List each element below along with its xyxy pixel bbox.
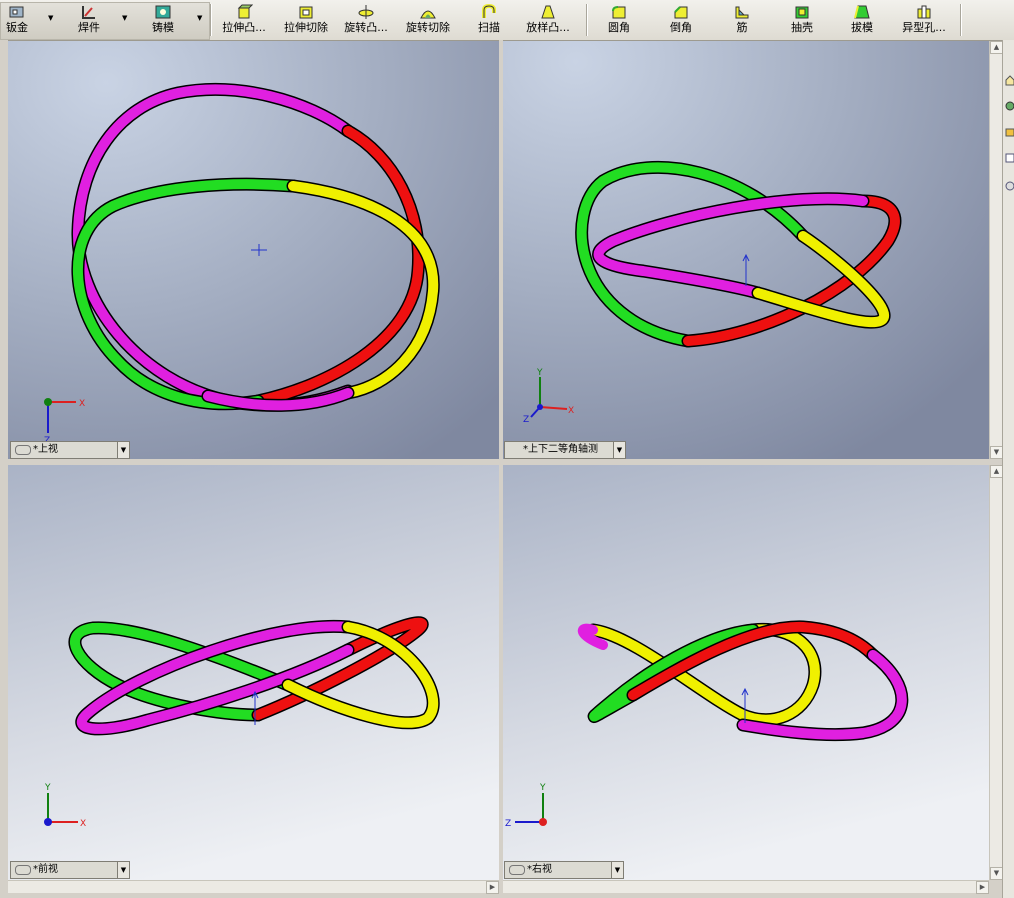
mold-icon	[155, 5, 171, 19]
chevron-down-icon[interactable]: ▼	[117, 862, 129, 878]
vertical-scrollbar[interactable]: ▲ ▼	[989, 41, 1003, 459]
toolbar-separator	[210, 4, 212, 36]
chevron-down-icon[interactable]: ▼	[117, 442, 129, 458]
chevron-down-icon[interactable]: ▼	[613, 442, 625, 458]
weldment-button[interactable]: 焊件	[74, 4, 104, 38]
loft-icon	[541, 5, 555, 19]
sheet-metal-icon	[9, 6, 24, 18]
svg-text:X: X	[80, 819, 86, 829]
chamfer-icon	[674, 6, 688, 19]
file-explorer-icon[interactable]	[1005, 126, 1014, 138]
view-orientation-selector[interactable]: *上视 ▼	[10, 441, 130, 459]
scroll-right-icon[interactable]: ▶	[486, 881, 499, 894]
draft-icon	[854, 5, 870, 19]
viewport-front[interactable]: Y X *前视 ▼	[8, 465, 499, 880]
home-icon[interactable]	[1005, 74, 1014, 86]
view-orientation-selector[interactable]: *前视 ▼	[10, 861, 130, 879]
extrude-boss-button[interactable]: 拉伸凸...	[216, 4, 272, 38]
svg-text:Z: Z	[523, 415, 529, 425]
viewport-right[interactable]: Y Z *右视 ▼	[503, 465, 989, 880]
sweep-icon	[482, 4, 496, 18]
horizontal-scrollbar[interactable]: ▶	[503, 880, 989, 894]
extrude-boss-icon	[237, 4, 253, 19]
appearances-icon[interactable]	[1005, 180, 1014, 192]
svg-text:Y: Y	[539, 783, 546, 793]
link-icon	[15, 445, 31, 455]
chevron-down-icon[interactable]: ▼	[611, 862, 623, 878]
shell-button[interactable]: 抽壳	[786, 4, 818, 38]
fillet-icon	[612, 6, 626, 19]
design-library-icon[interactable]	[1005, 100, 1014, 112]
rib-button[interactable]: 筋	[728, 4, 756, 38]
vertical-scrollbar[interactable]: ▲ ▼	[989, 465, 1003, 880]
revolve-cut-icon	[420, 10, 436, 19]
svg-text:Y: Y	[536, 368, 543, 378]
svg-text:Y: Y	[44, 783, 51, 793]
link-icon	[15, 865, 31, 875]
revolve-boss-icon	[358, 5, 374, 19]
chevron-down-icon[interactable]: ▼	[197, 15, 204, 22]
extrude-cut-icon	[299, 6, 313, 19]
graphics-area[interactable]: Y Z	[503, 465, 989, 880]
hole-wizard-button[interactable]: 异型孔...	[894, 4, 954, 38]
svg-text:Z: Z	[505, 819, 511, 829]
toolbar-separator	[586, 4, 588, 36]
link-icon	[509, 865, 525, 875]
viewport-top[interactable]: X Z *上视 ▼	[8, 41, 499, 459]
revolve-boss-button[interactable]: 旋转凸...	[338, 4, 394, 38]
left-panel-edge	[0, 40, 8, 898]
view-palette-icon[interactable]	[1005, 152, 1014, 164]
sheet-metal-button[interactable]: 钣金	[2, 4, 32, 38]
loft-button[interactable]: 放样凸...	[520, 4, 576, 38]
sweep-button[interactable]: 扫描	[474, 4, 504, 38]
horizontal-scrollbar[interactable]: ▶	[8, 880, 499, 894]
svg-text:X: X	[568, 406, 574, 416]
graphics-area[interactable]: Y X	[8, 465, 499, 880]
shell-icon	[795, 6, 809, 19]
view-orientation-selector[interactable]: *右视 ▼	[504, 861, 624, 879]
graphics-area[interactable]: Y X Z	[503, 41, 989, 459]
svg-text:X: X	[79, 399, 85, 409]
weldment-icon	[82, 6, 95, 19]
draft-button[interactable]: 拔模	[846, 4, 878, 38]
chamfer-button[interactable]: 倒角	[664, 4, 698, 38]
scroll-right-icon[interactable]: ▶	[976, 881, 989, 894]
command-manager-toolbar: 钣金 ▼ 焊件 ▼ 铸模 ▼ 拉伸凸... 拉伸切除 旋转凸... 旋转切除 扫…	[0, 0, 1014, 41]
fillet-button[interactable]: 圆角	[602, 4, 636, 38]
chevron-down-icon[interactable]: ▼	[48, 15, 55, 22]
extrude-cut-button[interactable]: 拉伸切除	[280, 4, 332, 38]
hole-wizard-icon	[917, 5, 931, 19]
toolbar-separator	[960, 4, 962, 36]
view-orientation-selector[interactable]: *上下二等角轴测 ▼	[504, 441, 626, 459]
mold-button[interactable]: 铸模	[148, 4, 178, 38]
revolve-cut-button[interactable]: 旋转切除	[402, 4, 454, 38]
chevron-down-icon[interactable]: ▼	[122, 15, 129, 22]
rib-icon	[735, 6, 749, 19]
task-pane-tabs	[1002, 40, 1014, 898]
graphics-area[interactable]: X Z	[8, 41, 499, 459]
viewport-isometric[interactable]: Y X Z *上下二等角轴测 ▼	[503, 41, 989, 459]
